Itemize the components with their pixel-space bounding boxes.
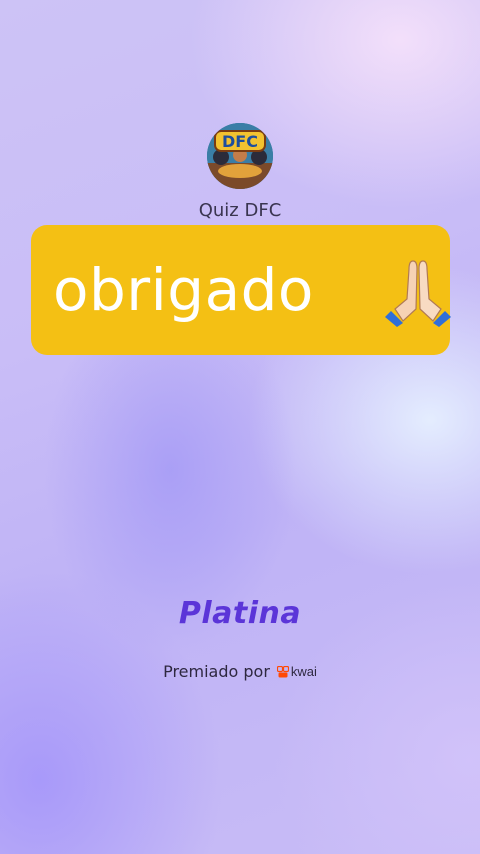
channel-avatar[interactable]: DFC [207, 123, 273, 189]
banner-text: obrigado [53, 256, 314, 324]
award-attribution: Premiado por kwai [0, 662, 480, 681]
avatar-illustration: DFC [207, 123, 273, 189]
kwai-brand-text: kwai [290, 664, 317, 679]
avatar-logo-text: DFC [222, 132, 258, 151]
kwai-logo-icon [276, 665, 289, 677]
award-tier-title: Platina [178, 596, 302, 631]
praying-hands-icon [385, 260, 451, 327]
channel-name: Quiz DFC [198, 200, 282, 221]
thank-you-banner: obrigado [31, 225, 451, 355]
kwai-logo[interactable]: kwai [276, 664, 317, 679]
award-prefix-text: Premiado por [163, 662, 270, 681]
